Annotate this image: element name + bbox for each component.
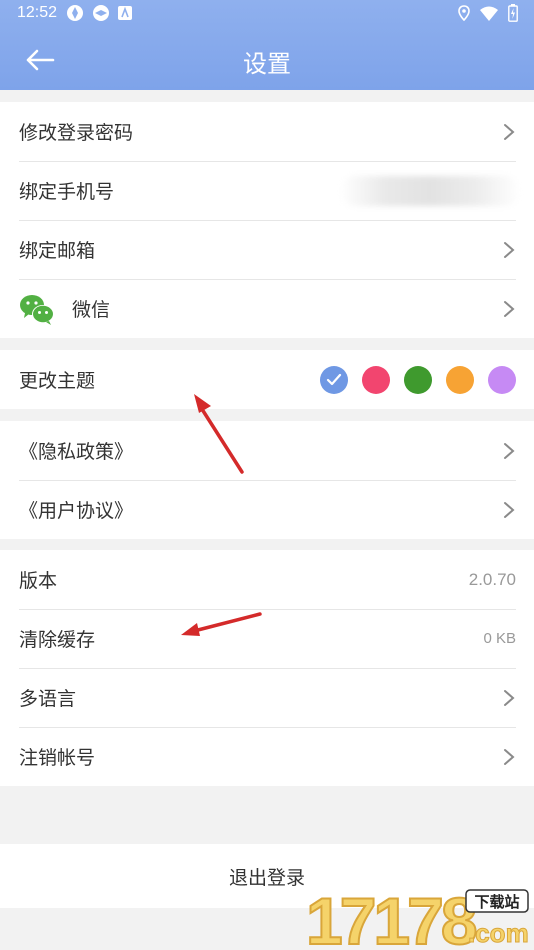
status-time: 12:52: [17, 4, 58, 21]
page-title: 设置: [243, 50, 291, 78]
theme-color-option[interactable]: [362, 365, 390, 394]
location-icon: [458, 5, 470, 21]
wechat-row[interactable]: 微信: [0, 279, 534, 338]
change-theme-row: 更改主题: [0, 350, 534, 409]
watermark-domain: .com: [468, 918, 529, 948]
chevron-right-icon: [504, 748, 515, 765]
status-bar: 12:52: [0, 0, 534, 28]
bind-phone-row[interactable]: 绑定手机号: [0, 161, 534, 220]
cache-size-value: 0 KB: [483, 630, 516, 647]
change-password-row[interactable]: 修改登录密码: [0, 102, 534, 161]
row-label: 绑定邮箱: [19, 240, 96, 262]
theme-color-option[interactable]: [320, 365, 348, 394]
row-label: 更改主题: [19, 370, 96, 392]
row-label: 清除缓存: [19, 629, 96, 651]
chevron-right-icon: [504, 442, 515, 459]
row-label: 微信: [72, 299, 111, 321]
theme-color-picker: [320, 365, 516, 394]
row-label: 《隐私政策》: [19, 441, 134, 463]
version-row: 版本 2.0.70: [0, 550, 534, 609]
row-label: 《用户协议》: [19, 500, 134, 522]
watermark-number: 17178: [306, 886, 476, 948]
delete-account-row[interactable]: 注销帐号: [0, 727, 534, 786]
a-notification-icon: [118, 6, 132, 20]
misc-group: 版本 2.0.70 清除缓存 0 KB 多语言 注销帐号: [0, 550, 534, 786]
bind-email-row[interactable]: 绑定邮箱: [0, 220, 534, 279]
chevron-right-icon: [504, 689, 515, 706]
header: 12:52 设置: [0, 0, 534, 90]
watermark-tag: 下载站: [474, 893, 519, 911]
account-group: 修改登录密码 绑定手机号 绑定邮箱 微信: [0, 102, 534, 338]
wifi-icon: [480, 6, 498, 21]
chevron-right-icon: [504, 123, 515, 140]
sync-notification-icon: [67, 5, 83, 21]
battery-icon: [508, 4, 518, 22]
row-label: 注销帐号: [19, 747, 96, 769]
language-row[interactable]: 多语言: [0, 668, 534, 727]
theme-group: 更改主题: [0, 350, 534, 409]
redacted-phone-number: [340, 176, 520, 206]
check-icon: [326, 373, 342, 385]
theme-color-option[interactable]: [404, 365, 432, 394]
chevron-right-icon: [504, 300, 515, 317]
row-label: 版本: [19, 570, 58, 592]
wechat-icon: [20, 294, 54, 325]
sync-notification-icon: [93, 5, 109, 21]
version-value: 2.0.70: [468, 569, 516, 589]
privacy-policy-row[interactable]: 《隐私政策》: [0, 421, 534, 480]
policies-group: 《隐私政策》 《用户协议》: [0, 421, 534, 539]
site-watermark-logo: 17178 下载站 .com: [305, 886, 529, 948]
navbar: 设置: [0, 30, 534, 90]
theme-color-option[interactable]: [446, 365, 474, 394]
chevron-right-icon: [504, 241, 515, 258]
clear-cache-row[interactable]: 清除缓存 0 KB: [0, 609, 534, 668]
row-label: 多语言: [19, 688, 77, 710]
row-label: 修改登录密码: [19, 122, 134, 144]
chevron-right-icon: [504, 501, 515, 518]
user-agreement-row[interactable]: 《用户协议》: [0, 480, 534, 539]
theme-color-option[interactable]: [488, 365, 516, 394]
